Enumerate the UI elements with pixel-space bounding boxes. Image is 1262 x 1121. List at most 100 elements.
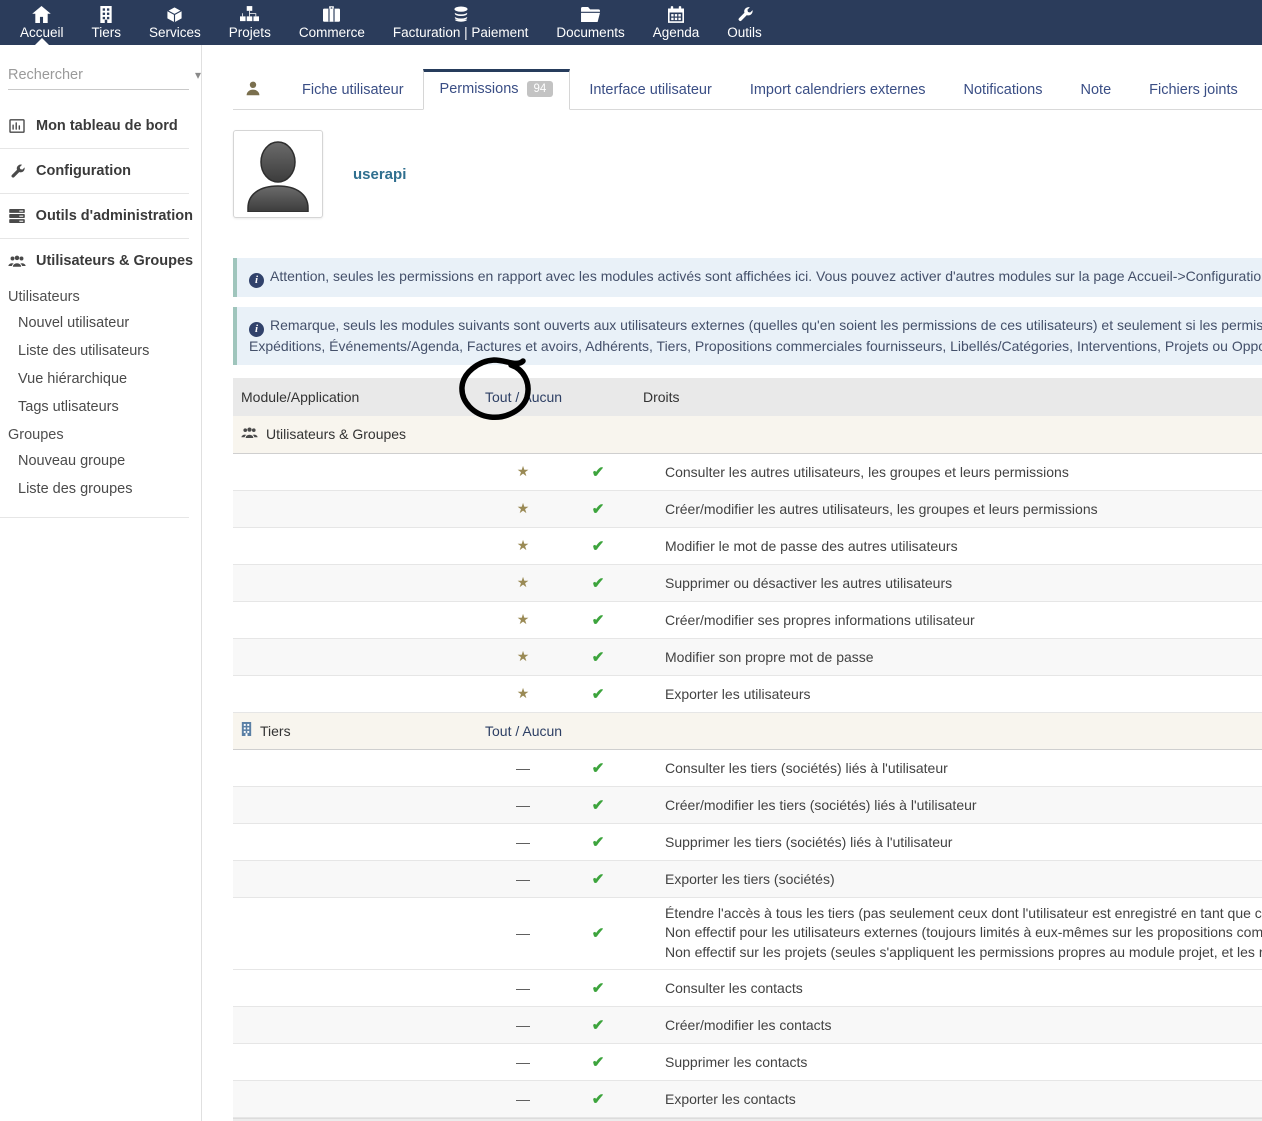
notice-text: Remarque, seuls les modules suivants son…: [270, 317, 1262, 333]
sidebar-search: ▾: [8, 67, 189, 90]
tab-fiche-utilisateur[interactable]: Fiche utilisateur: [283, 71, 423, 109]
sidebar-section-groupes[interactable]: Groupes: [0, 421, 201, 447]
section-row-tiers: Tiers Tout / Aucun: [233, 712, 1262, 749]
wrench-icon: [8, 164, 26, 179]
cube-icon: [166, 5, 183, 23]
info-icon: i: [249, 322, 264, 337]
tab-notifications[interactable]: Notifications: [945, 71, 1062, 109]
sidebar-item-label: Mon tableau de bord: [36, 118, 178, 134]
nav-item-label: Commerce: [299, 25, 365, 40]
star-icon[interactable]: ★: [517, 648, 530, 664]
sidebar-item-label: Outils d'administration: [36, 208, 193, 224]
sidebar-item-tags-utilisateurs[interactable]: Tags utlisateurs: [0, 393, 201, 421]
nav-item-tiers[interactable]: Tiers: [78, 0, 136, 45]
tab-import-calendriers[interactable]: Import calendriers externes: [731, 71, 945, 109]
star-icon[interactable]: ★: [517, 463, 530, 479]
table-row: ★ ✔ Consulter les autres utilisateurs, l…: [233, 453, 1262, 490]
folder-icon: [581, 5, 600, 23]
notice-utilisateurs-externes: i Remarque, seuls les modules suivants so…: [233, 307, 1262, 365]
toggle-all-none-link[interactable]: Tout / Aucun: [485, 389, 562, 405]
sidebar-item-liste-groupes[interactable]: Liste des groupes: [0, 475, 201, 503]
check-icon[interactable]: ✔: [592, 649, 605, 666]
sidebar-section-utilisateurs[interactable]: Utilisateurs: [0, 283, 201, 309]
dash-icon: —: [516, 871, 530, 887]
sidebar-item-liste-utilisateurs[interactable]: Liste des utilisateurs: [0, 337, 201, 365]
tab-bar: Fiche utilisateur Permissions 94 Interfa…: [233, 68, 1262, 110]
permission-label: Exporter les contacts: [635, 1091, 1262, 1107]
sitemap-icon: [240, 5, 259, 23]
table-row: — ✔ Exporter les contacts: [233, 1080, 1262, 1117]
table-row: ★ ✔ Modifier le mot de passe des autres …: [233, 527, 1262, 564]
tab-suivi[interactable]: Suivi: [1257, 71, 1262, 109]
info-icon: i: [249, 273, 264, 288]
nav-item-label: Outils: [727, 25, 762, 40]
star-icon[interactable]: ★: [517, 611, 530, 627]
permission-label: Modifier le mot de passe des autres util…: [635, 538, 1262, 554]
sidebar-item-vue-hierarchique[interactable]: Vue hiérarchique: [0, 365, 201, 393]
calendar-icon: [668, 5, 684, 23]
check-icon[interactable]: ✔: [592, 686, 605, 703]
tab-permissions[interactable]: Permissions 94: [423, 69, 571, 110]
top-navbar: Accueil Tiers Services Projets Commerce …: [0, 0, 1262, 45]
check-icon[interactable]: ✔: [592, 871, 605, 888]
check-icon[interactable]: ✔: [592, 575, 605, 592]
star-icon[interactable]: ★: [517, 537, 530, 553]
permission-label: Consulter les tiers (sociétés) liés à l'…: [635, 760, 1262, 776]
nav-item-label: Facturation | Paiement: [393, 25, 529, 40]
check-icon[interactable]: ✔: [592, 760, 605, 777]
section-row-utilisateurs-groupes: Utilisateurs & Groupes: [233, 416, 1262, 453]
building-icon: [99, 5, 113, 23]
table-row: — ✔ Consulter les tiers (sociétés) liés …: [233, 749, 1262, 786]
check-icon[interactable]: ✔: [592, 1017, 605, 1034]
check-icon[interactable]: ✔: [592, 464, 605, 481]
check-icon[interactable]: ✔: [592, 797, 605, 814]
table-row: — ✔ Supprimer les contacts: [233, 1043, 1262, 1080]
star-icon[interactable]: ★: [517, 685, 530, 701]
toggle-all-none-link[interactable]: Tout / Aucun: [485, 723, 562, 739]
nav-item-facturation[interactable]: Facturation | Paiement: [379, 0, 543, 45]
star-icon[interactable]: ★: [517, 500, 530, 516]
nav-item-label: Tiers: [92, 25, 122, 40]
permission-label: Créer/modifier les tiers (sociétés) liés…: [635, 797, 1262, 813]
coins-icon: [452, 5, 470, 23]
check-icon[interactable]: ✔: [592, 834, 605, 851]
check-icon[interactable]: ✔: [592, 501, 605, 518]
check-icon[interactable]: ✔: [592, 980, 605, 997]
star-icon[interactable]: ★: [517, 574, 530, 590]
sidebar-item-configuration[interactable]: Configuration: [0, 149, 201, 193]
wrench-icon: [737, 5, 753, 23]
permission-label: Consulter les contacts: [635, 980, 1262, 996]
nav-item-documents[interactable]: Documents: [542, 0, 638, 45]
check-icon[interactable]: ✔: [592, 1054, 605, 1071]
tab-interface-utilisateur[interactable]: Interface utilisateur: [570, 71, 731, 109]
permission-label: Créer/modifier les contacts: [635, 1017, 1262, 1033]
nav-item-label: Projets: [229, 25, 271, 40]
check-icon[interactable]: ✔: [592, 538, 605, 555]
nav-item-projets[interactable]: Projets: [215, 0, 285, 45]
table-row: — ✔ Créer/modifier les contacts: [233, 1006, 1262, 1043]
search-input[interactable]: [8, 67, 195, 83]
dash-icon: —: [516, 760, 530, 776]
nav-item-outils[interactable]: Outils: [713, 0, 776, 45]
nav-item-services[interactable]: Services: [135, 0, 215, 45]
sidebar-item-dashboard[interactable]: Mon tableau de bord: [0, 104, 201, 148]
notice-text: Expéditions, Événements/Agenda, Factures…: [249, 337, 1250, 356]
nav-item-label: Services: [149, 25, 201, 40]
check-icon[interactable]: ✔: [592, 1091, 605, 1108]
page-title-username[interactable]: userapi: [353, 166, 406, 183]
tab-fichiers-joints[interactable]: Fichiers joints: [1130, 71, 1257, 109]
sidebar-item-nouveau-groupe[interactable]: Nouveau groupe: [0, 447, 201, 475]
nav-item-accueil[interactable]: Accueil: [6, 0, 78, 45]
nav-item-agenda[interactable]: Agenda: [639, 0, 714, 45]
nav-item-label: Documents: [556, 25, 624, 40]
left-sidebar: ▾ Mon tableau de bord Configuration Outi…: [0, 45, 202, 1121]
sidebar-item-label: Utilisateurs & Groupes: [36, 253, 193, 269]
tab-note[interactable]: Note: [1062, 71, 1131, 109]
sidebar-item-nouvel-utilisateur[interactable]: Nouvel utilisateur: [0, 309, 201, 337]
divider: [0, 517, 189, 518]
check-icon[interactable]: ✔: [592, 925, 605, 942]
sidebar-item-users-groups[interactable]: Utilisateurs & Groupes: [0, 239, 201, 283]
check-icon[interactable]: ✔: [592, 612, 605, 629]
nav-item-commerce[interactable]: Commerce: [285, 0, 379, 45]
sidebar-item-admin-tools[interactable]: Outils d'administration: [0, 194, 201, 238]
